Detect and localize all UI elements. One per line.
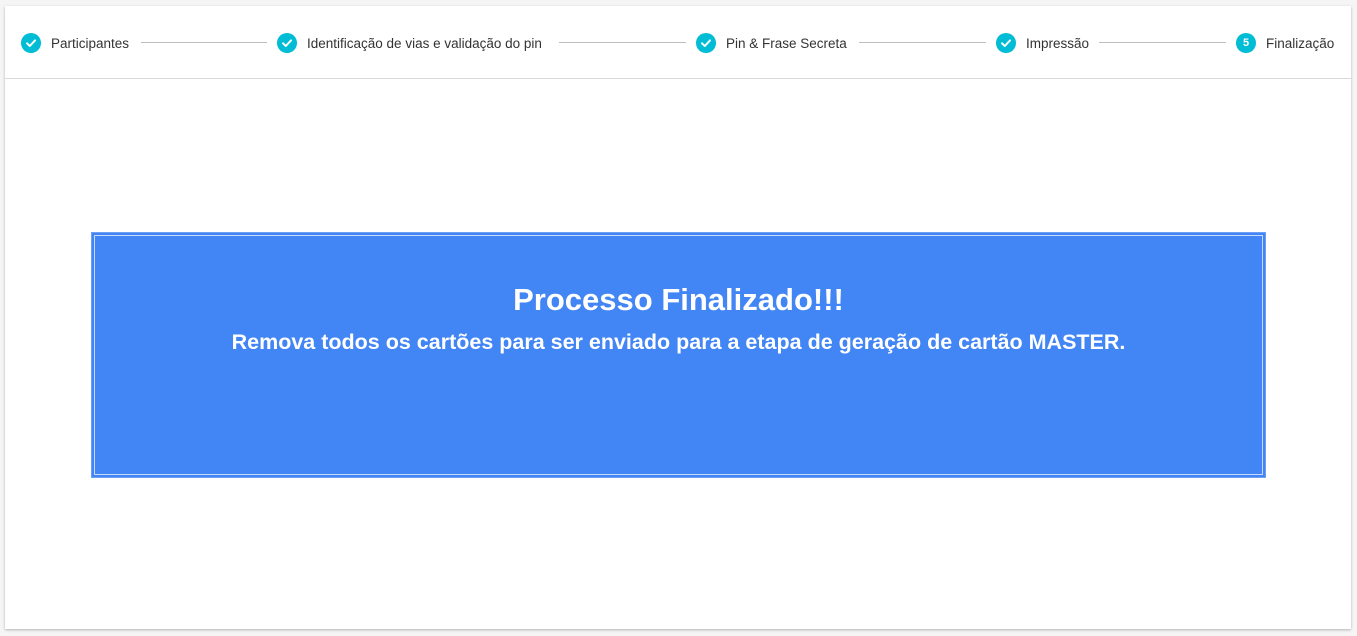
step-label: Impressão (1026, 35, 1090, 51)
completion-banner: Processo Finalizado!!! Remova todos os c… (91, 232, 1266, 478)
step-impressao[interactable]: Impressão (996, 32, 1089, 54)
banner-inner-border: Processo Finalizado!!! Remova todos os c… (94, 235, 1263, 475)
step-number-badge: 5 (1236, 33, 1256, 53)
step-label: Identificação de vias e validação do pin (307, 35, 542, 51)
check-icon (277, 33, 297, 53)
step-identificacao[interactable]: Identificação de vias e validação do pin (277, 32, 542, 54)
check-icon (696, 33, 716, 53)
check-icon (996, 33, 1016, 53)
step-connector (141, 42, 267, 43)
step-connector (559, 42, 686, 43)
step-label: Finalização (1266, 35, 1335, 51)
banner-title: Processo Finalizado!!! (513, 282, 844, 317)
main-card: Participantes Identificação de vias e va… (5, 6, 1351, 629)
step-finalizacao[interactable]: 5 Finalização (1236, 32, 1334, 54)
step-connector (1099, 42, 1226, 43)
step-label: Pin & Frase Secreta (726, 35, 847, 51)
banner-message: Remova todos os cartões para ser enviado… (231, 330, 1126, 354)
stepper: Participantes Identificação de vias e va… (5, 6, 1351, 79)
step-label: Participantes (51, 35, 130, 51)
step-pin-frase[interactable]: Pin & Frase Secreta (696, 32, 847, 54)
step-connector (859, 42, 986, 43)
check-icon (21, 33, 41, 53)
step-participantes[interactable]: Participantes (21, 32, 129, 54)
